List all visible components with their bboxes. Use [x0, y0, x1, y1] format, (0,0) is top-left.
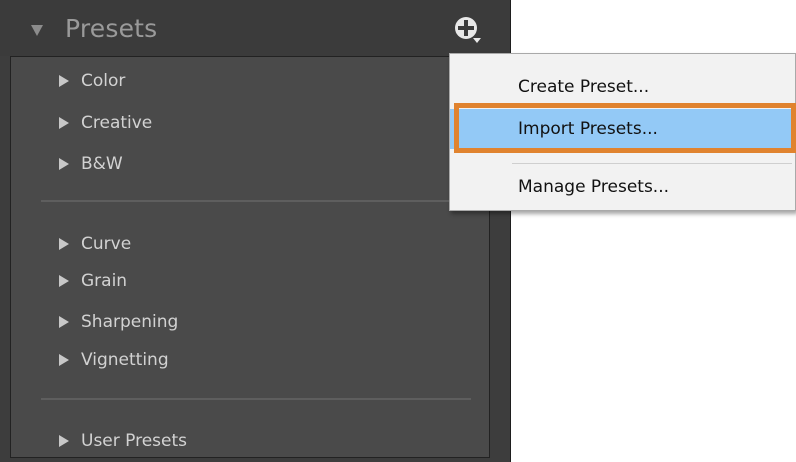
expand-triangle-icon	[59, 275, 69, 287]
group-separator	[41, 398, 471, 400]
preset-group-bw[interactable]: B&W	[59, 151, 123, 177]
expand-triangle-icon	[59, 435, 69, 447]
preset-group-sharpening[interactable]: Sharpening	[59, 309, 178, 335]
preset-group-user-presets[interactable]: User Presets	[59, 428, 187, 454]
presets-panel: Presets Color Creative B&W Curve Grain S…	[0, 0, 511, 462]
menu-item-label: Create Preset...	[518, 77, 650, 97]
add-preset-button[interactable]	[454, 16, 482, 44]
preset-group-label: Vignetting	[81, 350, 169, 370]
preset-group-vignetting[interactable]: Vignetting	[59, 347, 169, 373]
menu-item-create-preset[interactable]: Create Preset...	[450, 67, 795, 107]
preset-group-grain[interactable]: Grain	[59, 268, 127, 294]
preset-group-label: B&W	[81, 154, 123, 174]
menu-separator	[512, 163, 792, 164]
add-preset-menu: Create Preset... Import Presets... Manag…	[449, 53, 796, 211]
expand-triangle-icon	[59, 117, 69, 129]
expand-triangle-icon	[59, 354, 69, 366]
preset-group-label: User Presets	[81, 431, 188, 451]
plus-dropdown-icon	[455, 17, 481, 43]
preset-group-label: Color	[81, 71, 126, 91]
panel-title: Presets	[65, 14, 158, 43]
collapse-triangle-icon[interactable]	[31, 25, 43, 36]
presets-panel-header[interactable]: Presets	[0, 0, 510, 56]
preset-group-curve[interactable]: Curve	[59, 231, 131, 257]
expand-triangle-icon	[59, 75, 69, 87]
preset-group-label: Creative	[81, 113, 153, 133]
expand-triangle-icon	[59, 158, 69, 170]
preset-group-creative[interactable]: Creative	[59, 110, 152, 136]
preset-group-label: Grain	[81, 271, 128, 291]
presets-list: Color Creative B&W Curve Grain Sharpenin…	[10, 56, 490, 458]
preset-group-color[interactable]: Color	[59, 68, 125, 94]
group-separator	[41, 200, 471, 202]
menu-item-label: Manage Presets...	[518, 177, 670, 197]
menu-item-manage-presets[interactable]: Manage Presets...	[450, 167, 795, 207]
expand-triangle-icon	[59, 316, 69, 328]
preset-group-label: Curve	[81, 234, 132, 254]
menu-item-label: Import Presets...	[518, 119, 658, 139]
expand-triangle-icon	[59, 238, 69, 250]
menu-item-import-presets[interactable]: Import Presets...	[450, 109, 795, 149]
preset-group-label: Sharpening	[81, 312, 179, 332]
